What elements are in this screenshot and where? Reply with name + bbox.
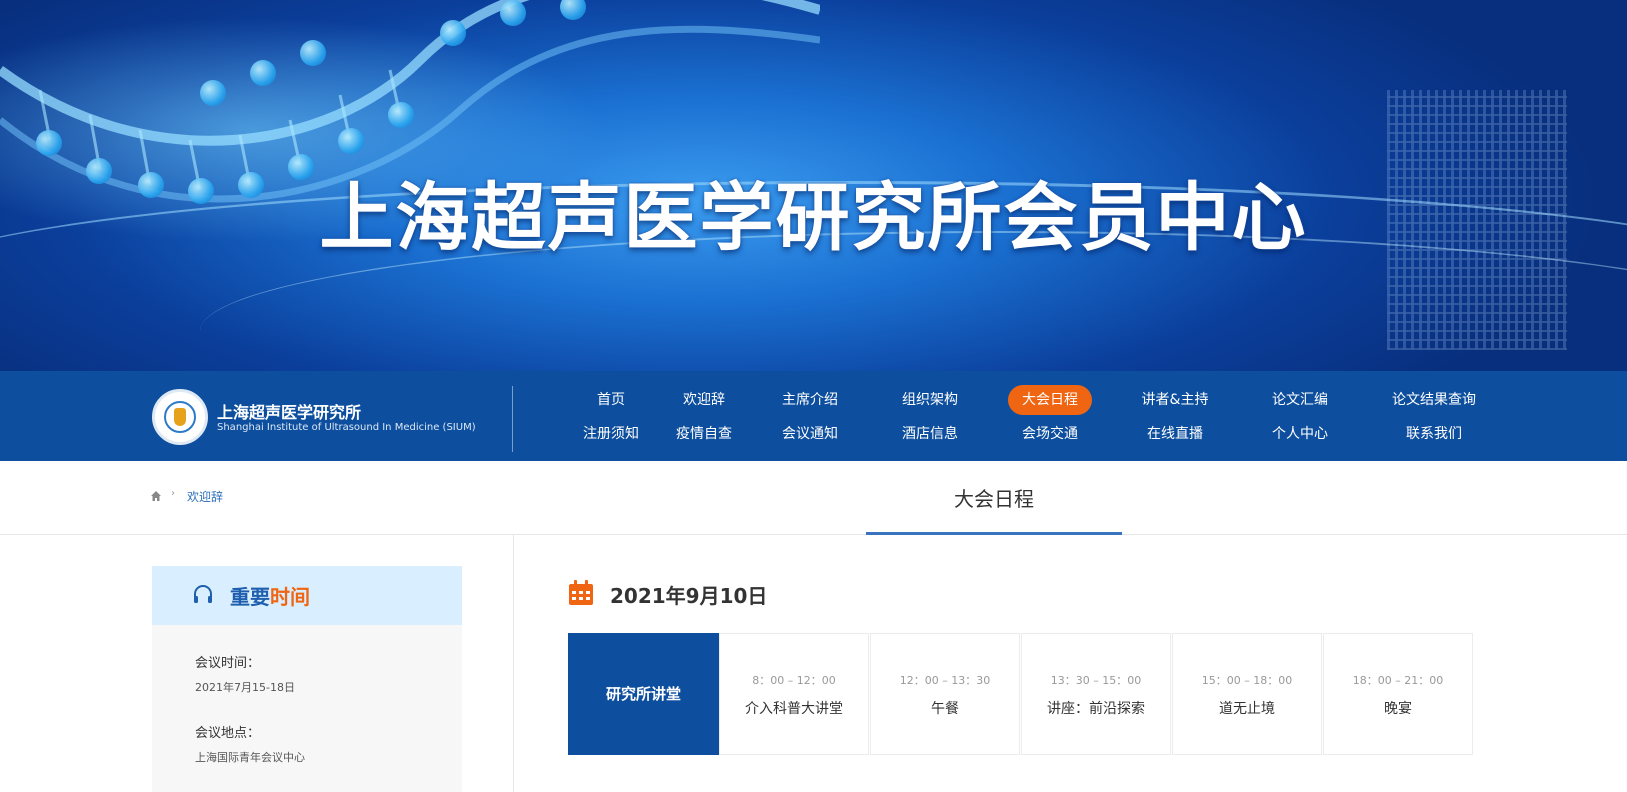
banner-title: 上海超声医学研究所会员中心 — [319, 175, 1308, 261]
meeting-location-value: 上海国际青年会议中心 — [195, 751, 305, 764]
subheader: › 欢迎辞 大会日程 — [0, 461, 1627, 535]
brand-name-en: Shanghai Institute of Ultrasound In Medi… — [217, 422, 476, 433]
nav-item[interactable]: 论文结果查询 — [1384, 385, 1484, 415]
breadcrumb-link[interactable]: 欢迎辞 — [187, 488, 223, 505]
schedule-session: 13：30 – 15：00 讲座：前沿探索 — [1021, 633, 1171, 755]
headset-icon — [194, 585, 212, 603]
nav-item[interactable]: 主席介绍 — [775, 385, 845, 415]
session-time: 12：00 – 13：30 — [899, 674, 991, 687]
dna-bead — [300, 40, 326, 66]
important-dates-header: 重要时间 — [152, 566, 462, 625]
nav-item[interactable]: 组织架构 — [895, 385, 965, 415]
session-time: 8：00 – 12：00 — [752, 674, 836, 687]
nav-item[interactable]: 会议通知 — [775, 419, 845, 449]
title-part: 重要 — [230, 585, 270, 609]
nav-item[interactable]: 会场交通 — [1008, 419, 1092, 449]
dna-bead — [250, 60, 276, 86]
content-divider — [513, 535, 514, 792]
title-highlight: 时间 — [270, 585, 310, 609]
meeting-time-label: 会议时间： — [195, 656, 261, 671]
dna-bead — [440, 20, 466, 46]
brand-name-cn: 上海超声医学研究所 — [217, 403, 362, 422]
session-time: 13：30 – 15：00 — [1050, 674, 1142, 687]
nav-item[interactable]: 注册须知 — [581, 419, 641, 449]
nav-divider — [512, 386, 513, 452]
dna-bead — [500, 0, 526, 26]
session-name: 讲座：前沿探索 — [1047, 701, 1145, 717]
schedule-session: 12：00 – 13：30 午餐 — [870, 633, 1020, 755]
nav-item[interactable]: 大会日程 — [1008, 385, 1092, 415]
schedule-session: 18：00 – 21：00 晚宴 — [1323, 633, 1473, 755]
session-time: 18：00 – 21：00 — [1352, 674, 1444, 687]
calendar-icon — [569, 580, 593, 605]
nav-item[interactable]: 在线直播 — [1133, 419, 1217, 449]
session-name: 介入科普大讲堂 — [745, 701, 843, 717]
nav-item[interactable]: 联系我们 — [1384, 419, 1484, 449]
nav-item[interactable]: 讲者&主持 — [1133, 385, 1217, 415]
schedule-track-label: 研究所讲堂 — [568, 633, 719, 755]
home-icon[interactable] — [151, 491, 161, 501]
nav-item[interactable]: 酒店信息 — [895, 419, 965, 449]
nav-item[interactable]: 首页 — [581, 385, 641, 415]
session-name: 晚宴 — [1384, 701, 1412, 717]
dna-bead — [36, 130, 62, 156]
nav-item[interactable]: 论文汇编 — [1265, 385, 1335, 415]
session-time: 15：00 – 18：00 — [1201, 674, 1293, 687]
main-navbar: 上海超声医学研究所 Shanghai Institute of Ultrasou… — [0, 371, 1627, 461]
important-dates-title: 重要时间 — [230, 581, 310, 610]
schedule-session: 15：00 – 18：00 道无止境 — [1172, 633, 1322, 755]
dna-bead — [200, 80, 226, 106]
hero-banner: 上海超声医学研究所会员中心 — [0, 0, 1627, 371]
breadcrumb-separator-icon: › — [171, 488, 175, 499]
meeting-location-label: 会议地点： — [195, 726, 261, 741]
schedule-session: 8：00 – 12：00 介入科普大讲堂 — [719, 633, 869, 755]
nav-item[interactable]: 疫情自查 — [674, 419, 734, 449]
nav-item[interactable]: 个人中心 — [1265, 419, 1335, 449]
session-name: 道无止境 — [1219, 701, 1275, 717]
session-name: 午餐 — [931, 701, 959, 717]
nav-item[interactable]: 欢迎辞 — [674, 385, 734, 415]
section-title: 大会日程 — [866, 461, 1122, 535]
logo-emblem-icon — [174, 408, 186, 426]
dna-bead — [388, 102, 414, 128]
important-dates-body: 会议时间： 2021年7月15-18日 会议地点： 上海国际青年会议中心 — [152, 625, 462, 792]
dna-bead — [338, 128, 364, 154]
meeting-time-value: 2021年7月15-18日 — [195, 681, 295, 694]
schedule-date: 2021年9月10日 — [610, 584, 768, 608]
sium-logo[interactable] — [152, 389, 208, 445]
